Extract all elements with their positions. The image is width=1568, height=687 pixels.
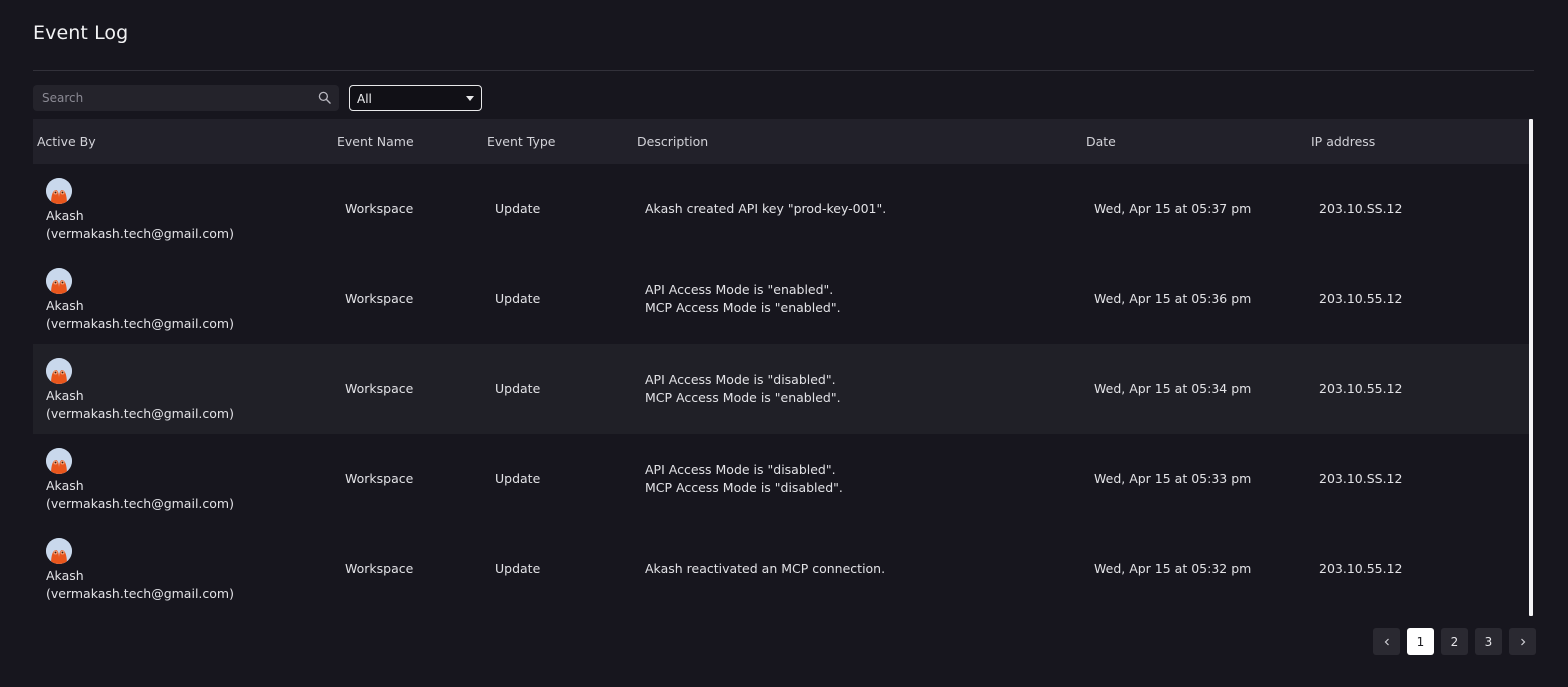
table-row: Akash (vermakash.tech@gmail.com) Workspace… [33, 254, 1529, 344]
header-event-type: Event Type [487, 134, 556, 149]
event-name-cell: Workspace [345, 291, 414, 306]
table-header-row: Active By Event Name Event Type Descript… [33, 119, 1529, 164]
event-name-cell: Workspace [345, 561, 414, 576]
table-row: Akash (vermakash.tech@gmail.com) Workspace… [33, 524, 1529, 614]
event-type-cell: Update [495, 561, 541, 576]
event-name-cell: Workspace [345, 201, 414, 216]
header-ip-address: IP address [1311, 134, 1376, 149]
header-event-name: Event Name [337, 134, 414, 149]
search-icon[interactable] [318, 91, 331, 104]
chevron-right-icon [1520, 638, 1525, 645]
description-line: MCP Access Mode is "disabled". [645, 480, 843, 495]
actor-name: Akash [46, 388, 84, 403]
page-button-1[interactable]: 1 [1407, 628, 1434, 655]
user-avatar-icon [46, 448, 72, 474]
prev-page-button[interactable] [1373, 628, 1400, 655]
description-cell: Akash created API key "prod-key-001". [645, 200, 886, 218]
description-line: API Access Mode is "disabled". [645, 462, 836, 477]
event-type-cell: Update [495, 291, 541, 306]
filter-selected-value: All [357, 91, 372, 106]
user-avatar-icon [46, 268, 72, 294]
actor-email: (vermakash.tech@gmail.com) [46, 496, 234, 511]
actor-cell: Akash (vermakash.tech@gmail.com) [46, 448, 234, 513]
page-button-3[interactable]: 3 [1475, 628, 1502, 655]
actor-email: (vermakash.tech@gmail.com) [46, 316, 234, 331]
actor-cell: Akash (vermakash.tech@gmail.com) [46, 178, 234, 243]
ip-address-cell: 203.10.SS.12 [1319, 471, 1403, 486]
actor-email: (vermakash.tech@gmail.com) [46, 226, 234, 241]
description-cell: API Access Mode is "enabled". MCP Access … [645, 281, 841, 317]
actor-email: (vermakash.tech@gmail.com) [46, 406, 234, 421]
event-type-cell: Update [495, 381, 541, 396]
header-description: Description [637, 134, 709, 149]
actor-name: Akash [46, 568, 84, 583]
actor-cell: Akash (vermakash.tech@gmail.com) [46, 268, 234, 333]
title-divider [33, 70, 1534, 71]
date-cell: Wed, Apr 15 at 05:37 pm [1094, 201, 1252, 216]
table-row: Akash (vermakash.tech@gmail.com) Workspace… [33, 344, 1529, 434]
ip-address-cell: 203.10.55.12 [1319, 381, 1403, 396]
user-avatar-icon [46, 178, 72, 204]
ip-address-cell: 203.10.55.12 [1319, 291, 1403, 306]
search-input[interactable] [33, 85, 339, 111]
chevron-left-icon [1384, 638, 1389, 645]
description-line: API Access Mode is "disabled". [645, 372, 836, 387]
page-title: Event Log [33, 22, 129, 44]
description-line: MCP Access Mode is "enabled". [645, 300, 841, 315]
description-cell: API Access Mode is "disabled". MCP Access… [645, 461, 843, 497]
actor-cell: Akash (vermakash.tech@gmail.com) [46, 538, 234, 603]
event-name-cell: Workspace [345, 471, 414, 486]
user-avatar-icon [46, 358, 72, 384]
user-avatar-icon [46, 538, 72, 564]
event-type-cell: Update [495, 471, 541, 486]
description-cell: Akash reactivated an MCP connection. [645, 560, 885, 578]
page-button-2[interactable]: 2 [1441, 628, 1468, 655]
next-page-button[interactable] [1509, 628, 1536, 655]
date-cell: Wed, Apr 15 at 05:34 pm [1094, 381, 1252, 396]
event-filter-select[interactable]: All [349, 85, 482, 111]
ip-address-cell: 203.10.SS.12 [1319, 201, 1403, 216]
caret-down-icon [466, 95, 474, 101]
description-line: Akash reactivated an MCP connection. [645, 561, 886, 576]
header-date: Date [1086, 134, 1116, 149]
description-line: API Access Mode is "enabled". [645, 282, 834, 297]
search-box[interactable] [33, 85, 339, 111]
ip-address-cell: 203.10.55.12 [1319, 561, 1403, 576]
table-body: Akash (vermakash.tech@gmail.com) Workspace… [33, 164, 1529, 614]
table-row: Akash (vermakash.tech@gmail.com) Workspace… [33, 434, 1529, 524]
description-cell: API Access Mode is "disabled". MCP Access… [645, 371, 841, 407]
date-cell: Wed, Apr 15 at 05:32 pm [1094, 561, 1252, 576]
description-line: MCP Access Mode is "enabled". [645, 390, 841, 405]
actor-name: Akash [46, 298, 84, 313]
event-table: Active By Event Name Event Type Descript… [33, 119, 1529, 614]
actor-name: Akash [46, 208, 84, 223]
actor-cell: Akash (vermakash.tech@gmail.com) [46, 358, 234, 423]
table-scrollbar[interactable] [1529, 119, 1533, 616]
actor-name: Akash [46, 478, 84, 493]
date-cell: Wed, Apr 15 at 05:36 pm [1094, 291, 1252, 306]
header-active-by: Active By [37, 134, 96, 149]
description-line: Akash created API key "prod-key-001". [645, 201, 887, 216]
table-row: Akash (vermakash.tech@gmail.com) Workspace… [33, 164, 1529, 254]
date-cell: Wed, Apr 15 at 05:33 pm [1094, 471, 1252, 486]
actor-email: (vermakash.tech@gmail.com) [46, 586, 234, 601]
event-name-cell: Workspace [345, 381, 414, 396]
pagination: 1 2 3 [1373, 628, 1536, 655]
event-type-cell: Update [495, 201, 541, 216]
event-log-page: Event Log All Active By Event Name Event… [0, 0, 1568, 687]
